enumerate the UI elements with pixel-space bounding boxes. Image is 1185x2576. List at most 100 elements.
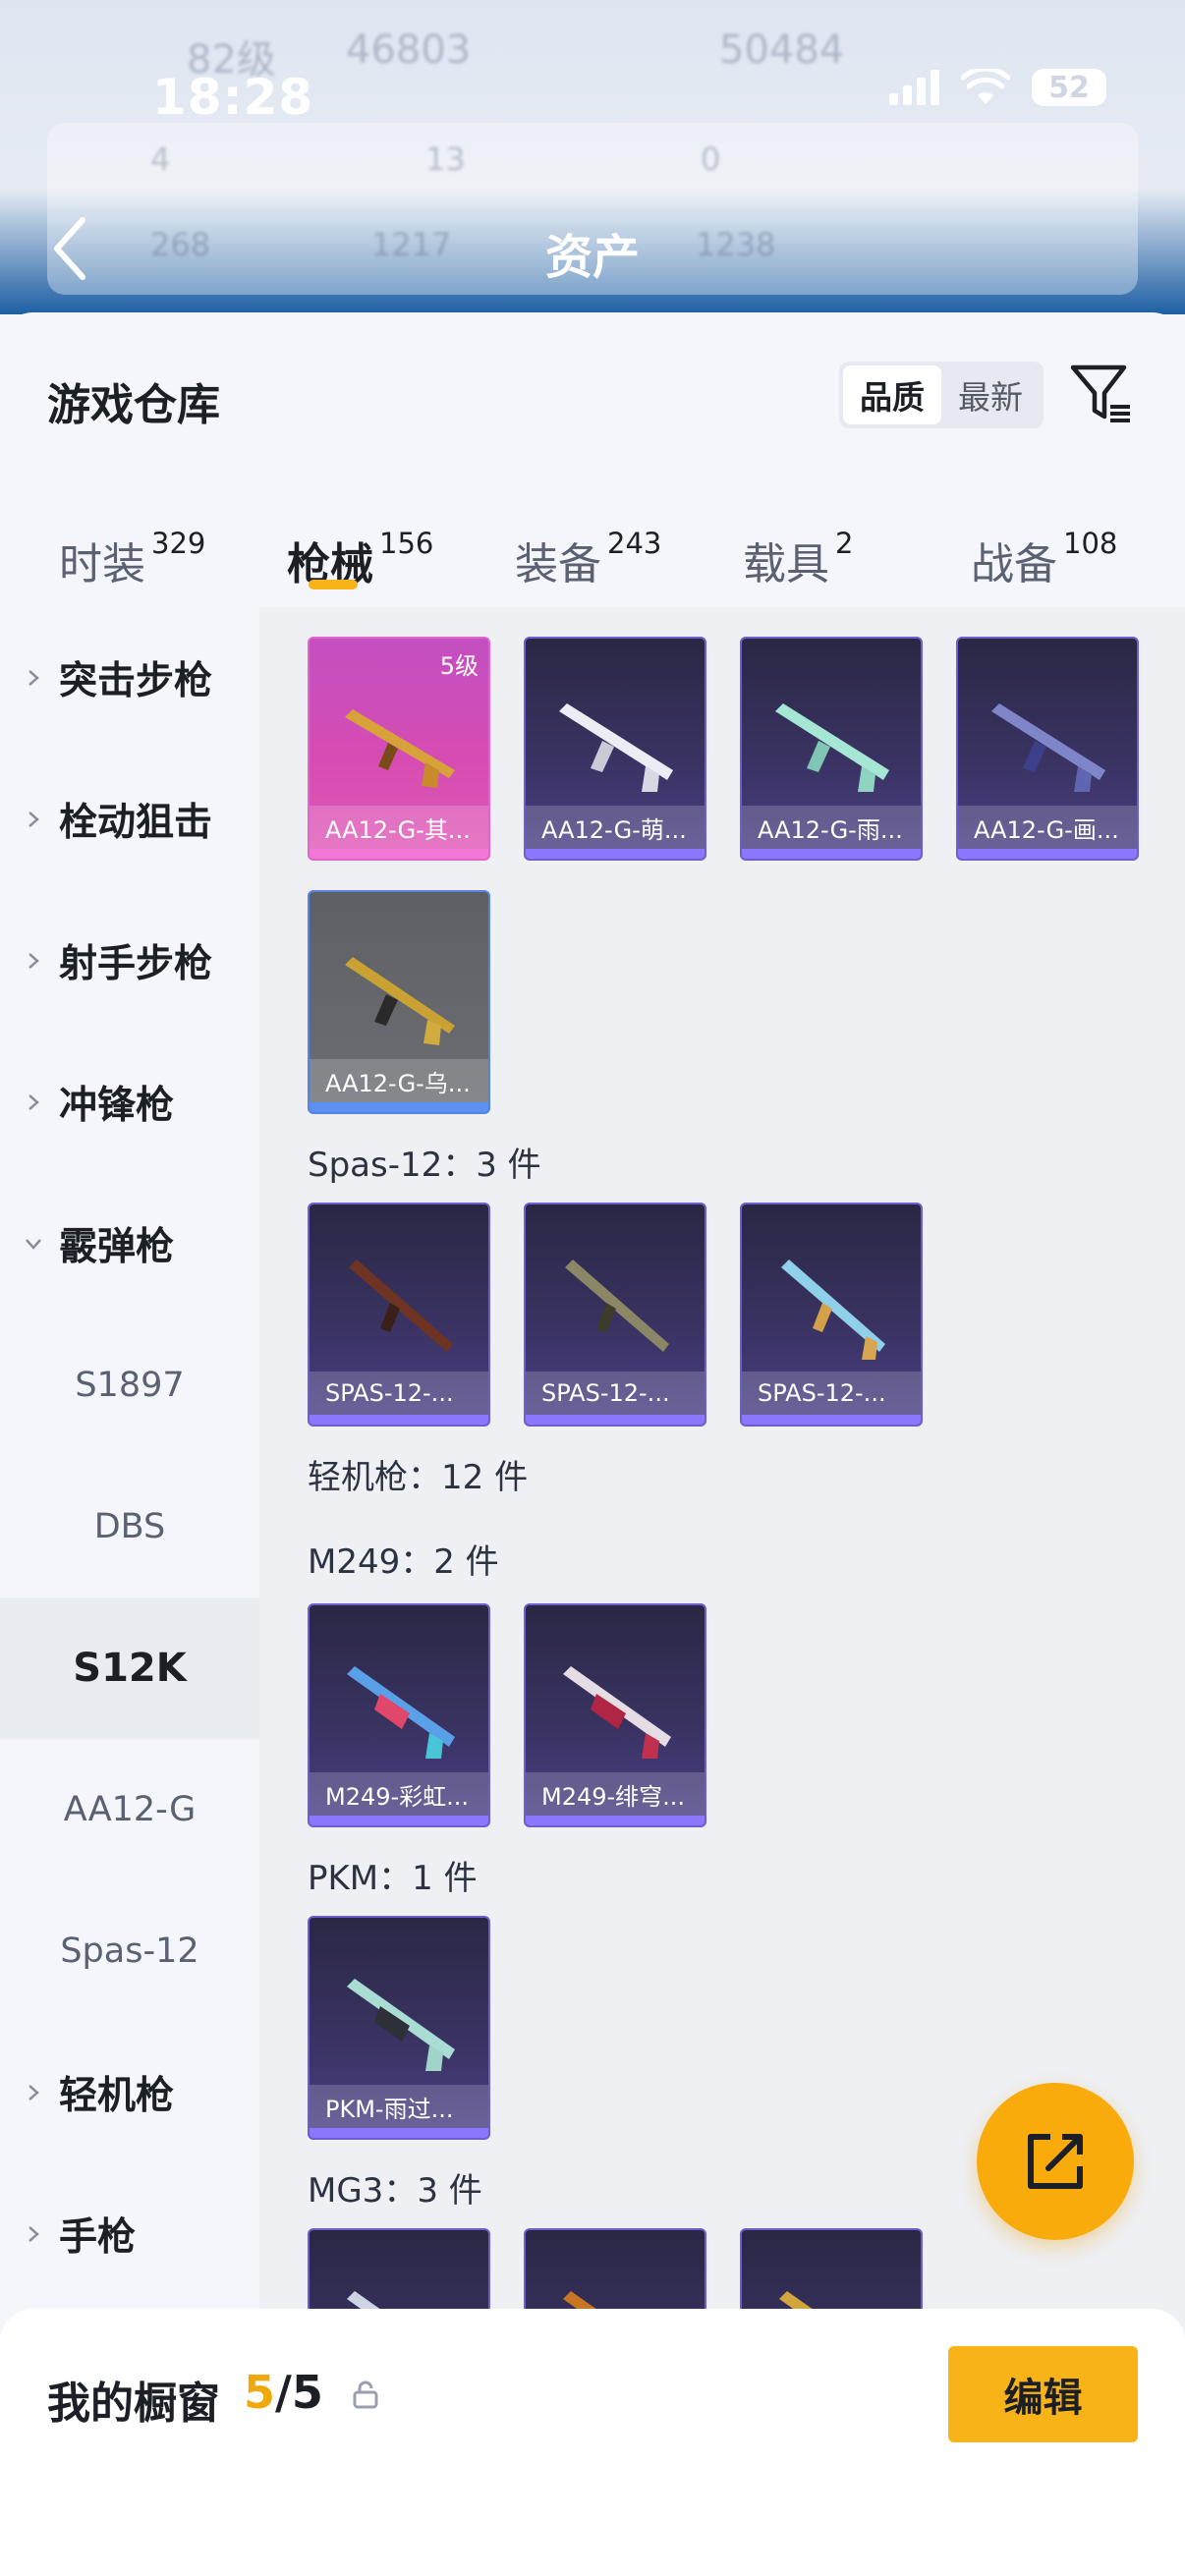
- rifle-icon: [345, 957, 455, 1045]
- rarity-bar: [310, 1415, 488, 1425]
- weapon-card[interactable]: M249-绯穹...: [524, 1603, 706, 1827]
- weapon-name: PKM-雨过...: [310, 2085, 488, 2128]
- blurred-coins-a: 46803: [346, 28, 472, 73]
- chevron-right-icon: [28, 812, 39, 827]
- sidebar-item-lmg[interactable]: 轻机枪: [0, 2022, 259, 2163]
- chevron-right-icon: [28, 670, 39, 686]
- sidebar-item-label: Spas-12: [60, 1932, 199, 1971]
- tab-label: 装备: [515, 539, 601, 589]
- stat-1: 4: [150, 140, 171, 178]
- weapon-name: SPAS-12-...: [526, 1372, 705, 1415]
- rifle-icon: [559, 703, 673, 792]
- sidebar-item-label: 突击步枪: [59, 659, 213, 703]
- sidebar-item-label: 栓动狙击: [59, 801, 213, 845]
- machine-gun-icon: [563, 1666, 671, 1759]
- share-button[interactable]: [977, 2083, 1134, 2240]
- warehouse-sheet: 游戏仓库 品质 最新 时装 329 枪械 156 装备 243 载具 2 战备 …: [0, 312, 1185, 2576]
- chevron-right-icon: [28, 1094, 39, 1110]
- chevron-right-icon: [28, 2226, 39, 2242]
- showcase-bar: 我的橱窗 5/5 编辑: [0, 2309, 1185, 2576]
- stat-2: 13: [425, 140, 466, 178]
- status-time: 18:28: [152, 69, 314, 126]
- weapon-card[interactable]: AA12-G-画...: [956, 637, 1139, 861]
- sort-latest-button[interactable]: 最新: [941, 365, 1040, 424]
- group-title-lmg: 轻机枪：12 件: [308, 1458, 529, 1497]
- sidebar-item-label: 冲锋枪: [59, 1084, 175, 1128]
- rifle-icon: [345, 709, 455, 788]
- sidebar-subitem-spas12[interactable]: Spas-12: [0, 1880, 259, 2022]
- rarity-bar: [310, 1102, 488, 1112]
- weapon-card[interactable]: AA12-G-萌...: [524, 637, 706, 861]
- tab-label: 战备: [971, 539, 1057, 589]
- wifi-icon: [961, 69, 1010, 104]
- shotgun-icon: [781, 1260, 885, 1360]
- sidebar-item-marksman-rifle[interactable]: 射手步枪: [0, 890, 259, 1032]
- page-title: 资产: [544, 230, 640, 285]
- stat-3: 0: [701, 140, 721, 178]
- sidebar-item-shotgun[interactable]: 霰弹枪: [0, 1173, 259, 1315]
- sidebar-item-assault-rifle[interactable]: 突击步枪: [0, 607, 259, 749]
- weapon-card[interactable]: AA12-G-雨...: [740, 637, 923, 861]
- sidebar-item-label: 手枪: [59, 2215, 137, 2260]
- rarity-bar: [526, 1415, 705, 1425]
- sidebar-item-bolt-sniper[interactable]: 栓动狙击: [0, 749, 259, 890]
- weapon-name: AA12-G-乌...: [310, 1059, 488, 1102]
- sidebar-item-smg[interactable]: 冲锋枪: [0, 1032, 259, 1173]
- chevron-down-icon: [26, 1239, 41, 1250]
- weapon-card[interactable]: M249-彩虹...: [308, 1603, 490, 1827]
- sidebar-item-label: DBS: [93, 1507, 166, 1546]
- tab-label: 时装: [59, 539, 145, 589]
- tab-count: 156: [379, 527, 434, 560]
- active-tab-indicator: [309, 580, 358, 589]
- weapon-grid: 5级 AA12-G-其... AA12-G-萌... AA12-G-雨... A…: [259, 607, 1185, 2326]
- weapon-name: M249-彩虹...: [310, 1772, 488, 1816]
- sidebar-subitem-dbs[interactable]: DBS: [0, 1456, 259, 1597]
- showcase-label: 我的橱窗: [47, 2379, 220, 2429]
- rifle-icon: [775, 703, 889, 792]
- chevron-right-icon: [28, 2085, 39, 2100]
- weapon-name: AA12-G-雨...: [742, 806, 921, 849]
- group-title-m249: M249：2 件: [308, 1542, 499, 1582]
- shotgun-icon: [565, 1260, 669, 1352]
- tab-equipment[interactable]: 装备 243: [515, 527, 662, 591]
- weapon-card[interactable]: SPAS-12-...: [740, 1203, 923, 1427]
- tab-count: 243: [607, 527, 662, 560]
- blurred-coins-b: 50484: [719, 28, 845, 73]
- sort-toggle: 品质 最新: [839, 362, 1044, 428]
- tab-count: 329: [151, 527, 206, 560]
- weapon-name: M249-绯穹...: [526, 1772, 705, 1816]
- showcase-total: /5: [275, 2366, 323, 2419]
- weapon-name: AA12-G-萌...: [526, 806, 705, 849]
- status-icons: 52: [889, 69, 1106, 106]
- battery-indicator: 52: [1032, 69, 1106, 106]
- rarity-bar: [742, 849, 921, 859]
- sidebar-item-pistol[interactable]: 手枪: [0, 2163, 259, 2305]
- weapon-card[interactable]: AA12-G-乌...: [308, 890, 490, 1114]
- group-title-mg3: MG3：3 件: [308, 2171, 482, 2211]
- weapon-card[interactable]: SPAS-12-...: [524, 1203, 706, 1427]
- sidebar-subitem-s1897[interactable]: S1897: [0, 1315, 259, 1456]
- sidebar-subitem-s12k[interactable]: S12K: [0, 1597, 259, 1739]
- rarity-bar: [526, 1816, 705, 1825]
- weapon-card[interactable]: PKM-雨过...: [308, 1916, 490, 2140]
- tab-fashion[interactable]: 时装 329: [59, 527, 206, 591]
- sidebar-item-label: S12K: [73, 1646, 187, 1691]
- sort-quality-button[interactable]: 品质: [843, 365, 941, 424]
- filter-icon[interactable]: [1069, 362, 1134, 426]
- weapon-card[interactable]: SPAS-12-...: [308, 1203, 490, 1427]
- sheet-title: 游戏仓库: [47, 380, 220, 430]
- showcase-current: 5: [244, 2366, 276, 2419]
- category-tabs: 时装 329 枪械 156 装备 243 载具 2 战备 108: [0, 509, 1185, 607]
- tab-supplies[interactable]: 战备 108: [971, 527, 1117, 591]
- sidebar-item-label: AA12-G: [63, 1790, 197, 1829]
- group-title-pkm: PKM：1 件: [308, 1859, 478, 1898]
- rarity-bar: [742, 1415, 921, 1425]
- weapon-name: AA12-G-其...: [310, 806, 488, 849]
- weapon-category-sidebar: 突击步枪 栓动狙击 射手步枪 冲锋枪 霰弹枪 S1897 DBS S12K AA…: [0, 607, 259, 2326]
- sidebar-subitem-aa12g[interactable]: AA12-G: [0, 1739, 259, 1880]
- tab-vehicles[interactable]: 载具 2: [743, 527, 853, 591]
- weapon-name: SPAS-12-...: [310, 1372, 488, 1415]
- rarity-bar: [310, 2128, 488, 2138]
- edit-button[interactable]: 编辑: [948, 2346, 1138, 2442]
- weapon-card[interactable]: 5级 AA12-G-其...: [308, 637, 490, 861]
